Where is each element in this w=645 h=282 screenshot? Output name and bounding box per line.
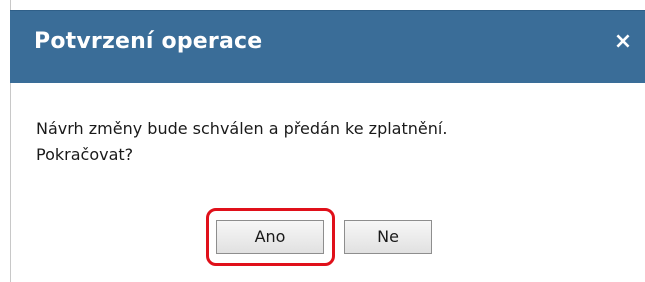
message-line-1: Návrh změny bude schválen a předán ke zp… (36, 119, 448, 138)
dialog-title: Potvrzení operace (34, 29, 263, 54)
close-icon[interactable]: × (611, 30, 635, 54)
dialog-titlebar: Potvrzení operace × (10, 10, 645, 83)
confirmation-dialog: Potvrzení operace × Návrh změny bude sch… (0, 0, 645, 282)
message-line-2: Pokračovat? (36, 145, 134, 164)
dialog-top-edge (10, 0, 645, 10)
dialog-message: Návrh změny bude schválen a předán ke zp… (36, 116, 596, 168)
yes-button[interactable]: Ano (216, 220, 324, 254)
dialog-content: Návrh změny bude schválen a předán ke zp… (10, 83, 645, 282)
no-button[interactable]: Ne (344, 220, 432, 254)
